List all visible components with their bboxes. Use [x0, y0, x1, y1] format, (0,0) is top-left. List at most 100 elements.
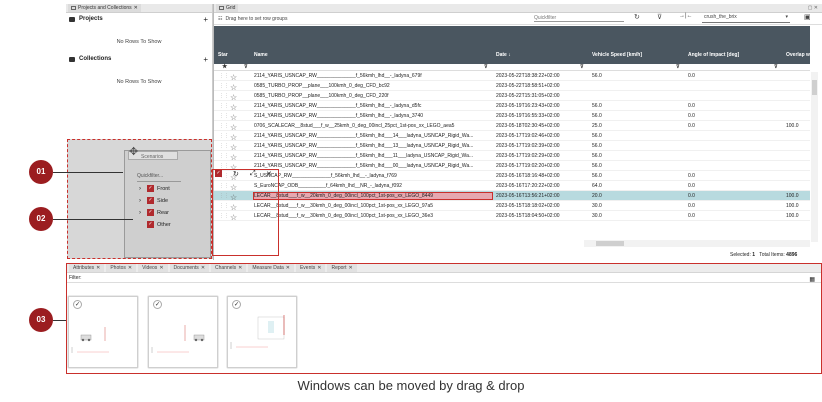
filter-label: Filter:: [69, 275, 82, 281]
column-fit-icon[interactable]: →|←: [679, 13, 693, 19]
table-row[interactable]: ⋮⋮ ☆ 2114_YARIS_USNCAP_RW______________f_5…: [214, 71, 810, 82]
refresh-icon[interactable]: ↻: [233, 170, 239, 178]
cell-date: 2023-05-17T19:02:20+02:00: [496, 163, 560, 169]
table-row[interactable]: ⋮⋮ ☆ LECAR__8stud___f_w__20kmh_0_deg_00inc…: [214, 191, 810, 202]
table-row[interactable]: ⋮⋮ ☆ 2114_YARIS_USNCAP_RW______________f_5…: [214, 111, 810, 122]
close-icon[interactable]: ✕: [317, 265, 321, 271]
filter-icon[interactable]: ⊽: [676, 64, 680, 70]
tab-documents[interactable]: Documents ✕: [169, 264, 210, 272]
close-icon[interactable]: ✕: [128, 265, 132, 271]
tab-measure-data[interactable]: Measure Data ✕: [248, 264, 294, 272]
window-controls-icon[interactable]: ▢ ✕: [808, 5, 818, 11]
grid-view-icon[interactable]: ▦: [809, 276, 815, 283]
tab-attributes[interactable]: Attributes ✕: [69, 264, 105, 272]
check-icon[interactable]: ✓: [153, 300, 162, 309]
grid-toolbar: ☷ Drag here to set row groups Quickfilte…: [214, 13, 822, 25]
filter-icon[interactable]: ⊽: [580, 64, 584, 70]
drag-handle-icon[interactable]: ⋮⋮: [219, 123, 229, 129]
close-icon[interactable]: ✕: [348, 265, 352, 271]
vertical-scrollbar[interactable]: [811, 72, 818, 242]
photo-card[interactable]: ✓: [68, 296, 138, 368]
close-icon[interactable]: ✕: [286, 265, 290, 271]
col-star[interactable]: Star: [218, 52, 228, 58]
col-date[interactable]: Date ↓: [496, 52, 511, 58]
drag-handle-icon[interactable]: ⋮⋮: [219, 83, 229, 89]
table-row[interactable]: ⋮⋮ ☆ 0585_TURBO_PROP__plane___100kmh_0_deg…: [214, 91, 810, 102]
columns-panel-icon[interactable]: ▣: [804, 13, 811, 21]
tab-photos[interactable]: Photos ✕: [106, 264, 137, 272]
scroll-thumb[interactable]: [812, 80, 817, 95]
cell-speed: 56.0: [592, 103, 602, 109]
check-icon[interactable]: ✓: [73, 300, 82, 309]
filter-icon[interactable]: ⊽: [244, 64, 248, 70]
filter-icon[interactable]: ⊽: [484, 64, 488, 70]
drag-handle-icon[interactable]: ⋮⋮: [219, 103, 229, 109]
star-filter-icon[interactable]: ★: [222, 63, 227, 70]
tab-channels[interactable]: Channels ✕: [211, 264, 247, 272]
tab-grid[interactable]: Grid: [216, 4, 239, 12]
refresh-icon[interactable]: ↻: [634, 13, 640, 21]
table-row[interactable]: ⋮⋮ ☆ 2114_YARIS_USNCAP_RW______________f_5…: [214, 161, 810, 172]
drag-handle-icon[interactable]: ⋮⋮: [219, 133, 229, 139]
filter-clear-icon[interactable]: ⊽: [657, 13, 662, 21]
add-collection-button[interactable]: +: [203, 55, 208, 64]
close-icon[interactable]: ✕: [201, 265, 205, 271]
close-icon[interactable]: ✕: [159, 265, 163, 271]
col-speed[interactable]: Vehicle Speed [km/h]: [592, 52, 642, 58]
close-icon[interactable]: ✕: [96, 265, 100, 271]
add-project-button[interactable]: +: [203, 15, 208, 24]
tab-videos[interactable]: Videos ✕: [138, 264, 168, 272]
col-name[interactable]: Name: [254, 52, 268, 58]
table-row[interactable]: ⋮⋮ ☆ 2114_YARIS_USNCAP_RW______________f_5…: [214, 141, 810, 152]
col-overlap[interactable]: Overlap with E: [786, 52, 810, 58]
checkbox-checked[interactable]: ✓: [147, 221, 154, 228]
tab-report[interactable]: Report ✕: [327, 264, 357, 272]
cell-speed: 56.0: [592, 133, 602, 139]
close-icon[interactable]: ✕: [134, 5, 138, 11]
tab-projects-collections[interactable]: Projects and Collections ✕: [68, 4, 141, 12]
callout-line: [53, 172, 123, 173]
cell-date: 2023-05-16T13:56:21+02:00: [496, 193, 560, 199]
checkbox-checked[interactable]: ✓: [147, 185, 154, 192]
photo-card[interactable]: ✓: [227, 296, 297, 368]
table-row[interactable]: ⋮⋮ ☆ 0706_SCALECAR__8stud___f_w__25kmh_0_d…: [214, 121, 810, 132]
drag-handle-icon[interactable]: ⋮⋮: [219, 73, 229, 79]
table-row[interactable]: ⋮⋮ ☆ LECAR__8stud___f_w__30kmh_0_deg_00inc…: [214, 201, 810, 212]
collapse-icon[interactable]: ✕: [266, 170, 272, 178]
expand-icon[interactable]: ⤢: [250, 170, 256, 178]
checkbox-checked[interactable]: ✓: [147, 197, 154, 204]
table-row[interactable]: ⋮⋮ ☆ 2114_YARIS_USNCAP_RW______________f_5…: [214, 151, 810, 162]
drag-handle-icon[interactable]: ⋮⋮: [219, 153, 229, 159]
checkbox-checked[interactable]: ✓: [147, 209, 154, 216]
col-angle[interactable]: Angle of Impact [deg]: [688, 52, 739, 58]
table-row[interactable]: ⋮⋮ ☆ LECAR__8stud___f_w__30kmh_0_deg_00inc…: [214, 211, 810, 222]
chevron-right-icon[interactable]: ›: [139, 186, 141, 192]
drag-handle-icon[interactable]: ⋮⋮: [219, 93, 229, 99]
chevron-right-icon[interactable]: ›: [139, 210, 141, 216]
cell-overlap: 100.0: [786, 123, 799, 129]
details-filter[interactable]: Filter: ▦: [67, 273, 821, 283]
scenarios-quickfilter[interactable]: Quickfilter...: [137, 173, 163, 179]
photo-card[interactable]: ✓: [148, 296, 218, 368]
filter-icon[interactable]: ⊽: [774, 64, 778, 70]
check-icon[interactable]: ✓: [232, 300, 241, 309]
checkbox-checked[interactable]: ✓: [215, 170, 222, 177]
group-hint[interactable]: Drag here to set row groups: [225, 16, 287, 22]
drag-handle-icon[interactable]: ⋮⋮: [219, 143, 229, 149]
table-row[interactable]: ⋮⋮ ☆ S_USNCAP_RW______________f_56kmh_lhd_…: [214, 171, 810, 182]
table-row[interactable]: ⋮⋮ ☆ 0585_TURBO_PROP__plane___100kmh_0_deg…: [214, 81, 810, 92]
horizontal-scrollbar[interactable]: [584, 240, 810, 247]
tab-events[interactable]: Events ✕: [295, 264, 326, 272]
table-row[interactable]: ⋮⋮ ☆ 2114_YARIS_USNCAP_RW______________f_5…: [214, 101, 810, 112]
panel-icon: [71, 6, 76, 10]
table-row[interactable]: ⋮⋮ ☆ S_EuroNCAP_ODB__________f_64kmh_lhd__…: [214, 181, 810, 192]
scenario-label: Front: [157, 186, 170, 192]
drag-handle-icon[interactable]: ⋮⋮: [219, 113, 229, 119]
chevron-right-icon[interactable]: ›: [139, 198, 141, 204]
view-select[interactable]: crush_the_brix ▾: [702, 14, 790, 23]
close-icon[interactable]: ✕: [238, 265, 242, 271]
quickfilter-input[interactable]: Quickfilter: [534, 15, 624, 22]
scroll-thumb[interactable]: [596, 241, 624, 246]
table-row[interactable]: ⋮⋮ ☆ 2114_YARIS_USNCAP_RW______________f_5…: [214, 131, 810, 142]
scenarios-window[interactable]: Scenarios ✥ Quickfilter... › ✓ Front › ✓…: [124, 146, 211, 258]
